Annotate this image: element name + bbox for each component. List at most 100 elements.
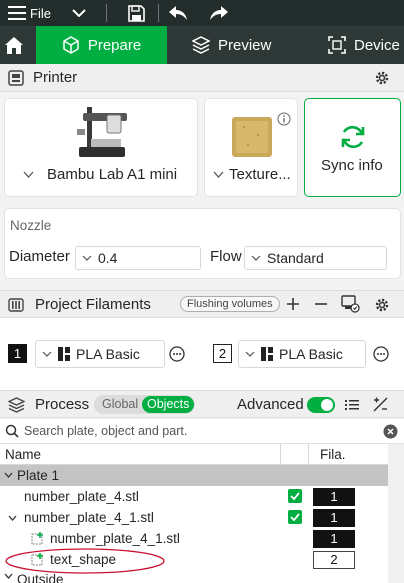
part-filament[interactable]: 1 [313,530,355,548]
object-list-header: Name Fila. [0,444,388,465]
filament-2-more-icon[interactable] [373,346,389,362]
plate-chevron-down-icon [213,171,224,178]
filaments-section-title: Project Filaments [35,296,151,313]
object-filament[interactable]: 1 [313,488,355,506]
search-icon [5,424,19,438]
part-filament[interactable]: 2 [313,551,355,569]
clear-search-icon[interactable] [383,424,398,439]
object-row[interactable]: number_plate_4_1.stl 1 [0,507,388,528]
printer-section-title: Printer [33,69,78,86]
tab-prepare-label: Prepare [87,36,142,54]
plate-texture-image [230,113,276,159]
title-bar: File [0,0,404,26]
filament-1-more-icon[interactable] [169,346,185,362]
sync-info-label: Sync info [321,157,383,174]
printer-settings-gear-icon[interactable] [374,70,390,86]
collapse-chevron-icon[interactable] [4,472,13,478]
column-filament[interactable]: Fila. [320,447,346,462]
flushing-volumes-button[interactable]: Flushing volumes [180,296,280,312]
filament-2-select[interactable]: PLA Basic [238,340,366,368]
save-icon[interactable] [128,0,145,26]
redo-icon[interactable] [209,0,229,26]
file-menu[interactable]: File [30,0,51,26]
filament-1-index[interactable]: 1 [8,344,27,363]
expand-chevron-icon[interactable] [8,515,17,521]
diameter-value: 0.4 [98,250,118,266]
main-tab-bar: Prepare Preview Device [0,26,404,64]
home-tab[interactable] [0,26,36,64]
filament-2-name: PLA Basic [279,346,343,362]
column-name[interactable]: Name [5,447,41,462]
tab-preview[interactable]: Preview [192,26,271,64]
cube-icon [62,36,88,54]
printer-name: Bambu Lab A1 mini [47,166,178,183]
global-option[interactable]: Global [102,397,138,411]
part-name: number_plate_4_1.stl [50,531,180,546]
filament-settings-gear-icon[interactable] [374,297,390,313]
printer-chevron-down-icon [23,171,34,178]
tab-prepare[interactable]: Prepare [36,26,167,64]
part-row[interactable]: number_plate_4_1.stl 1 [0,528,388,549]
objects-option[interactable]: Objects [142,396,195,413]
filament-1-name: PLA Basic [76,346,140,362]
nozzle-title: Nozzle [10,218,52,233]
printable-checkbox[interactable] [288,510,302,524]
tab-device-label: Device [354,36,400,54]
plate-label: Plate 1 [17,468,60,483]
object-name: number_plate_4_1.stl [24,510,154,525]
flow-chevron-icon [251,255,261,261]
tab-device[interactable]: Device [328,26,400,64]
flow-select[interactable]: Standard [244,246,387,270]
diameter-label: Diameter [9,248,70,265]
filament-sync-icon[interactable] [341,295,360,313]
filament-icon [8,297,24,313]
nozzle-card: Nozzle Diameter 0.4 Flow Standard [4,208,401,279]
global-objects-toggle[interactable]: Global Objects [94,395,195,414]
printer-section-header: Printer [0,64,404,92]
object-list-scrollbar[interactable] [388,444,404,583]
search-input-placeholder[interactable]: Search plate, object and part. [24,424,187,438]
filaments-section-header: Project Filaments Flushing volumes [0,290,404,318]
printer-card[interactable]: Bambu Lab A1 mini [4,98,198,197]
printer-image [77,105,129,161]
process-section-title: Process [35,396,90,413]
list-view-icon[interactable] [344,397,360,413]
compare-settings-icon[interactable] [372,396,389,413]
info-icon[interactable] [277,112,291,126]
part-icon [31,531,45,545]
tab-preview-label: Preview [218,36,272,54]
object-row[interactable]: number_plate_4.stl 1 [0,486,388,507]
flow-value: Standard [267,250,324,266]
remove-filament-icon[interactable] [313,296,329,312]
flow-label: Flow [210,248,242,265]
home-icon [4,36,32,55]
device-icon [328,36,354,54]
filament-2-chevron-icon [245,351,255,357]
plate-type-name: Texture... [229,166,291,183]
bambu-logo-icon [58,347,70,361]
sync-icon [339,123,367,151]
printable-checkbox[interactable] [288,489,302,503]
diameter-select[interactable]: 0.4 [75,246,201,270]
object-name: number_plate_4.stl [24,489,139,504]
object-filament[interactable]: 1 [313,509,355,527]
advanced-label: Advanced [237,396,304,413]
undo-icon[interactable] [168,0,188,26]
bambu-logo-icon [261,347,273,361]
chevron-down-icon[interactable] [72,0,86,26]
advanced-toggle[interactable] [307,397,335,413]
printer-icon [8,70,24,86]
hamburger-icon[interactable] [8,0,26,26]
filament-2-index[interactable]: 2 [213,344,232,363]
process-layers-icon [8,397,25,413]
plate-type-card[interactable]: Texture... [204,98,298,197]
plate-row[interactable]: Plate 1 [0,465,388,486]
annotation-ellipse [5,548,165,574]
diameter-chevron-icon [82,255,92,261]
object-search-bar[interactable]: Search plate, object and part. [0,419,404,444]
layers-icon [192,36,218,54]
filament-1-select[interactable]: PLA Basic [35,340,165,368]
filament-1-chevron-icon [42,351,52,357]
add-filament-icon[interactable] [285,296,301,312]
sync-info-button[interactable]: Sync info [304,98,401,197]
